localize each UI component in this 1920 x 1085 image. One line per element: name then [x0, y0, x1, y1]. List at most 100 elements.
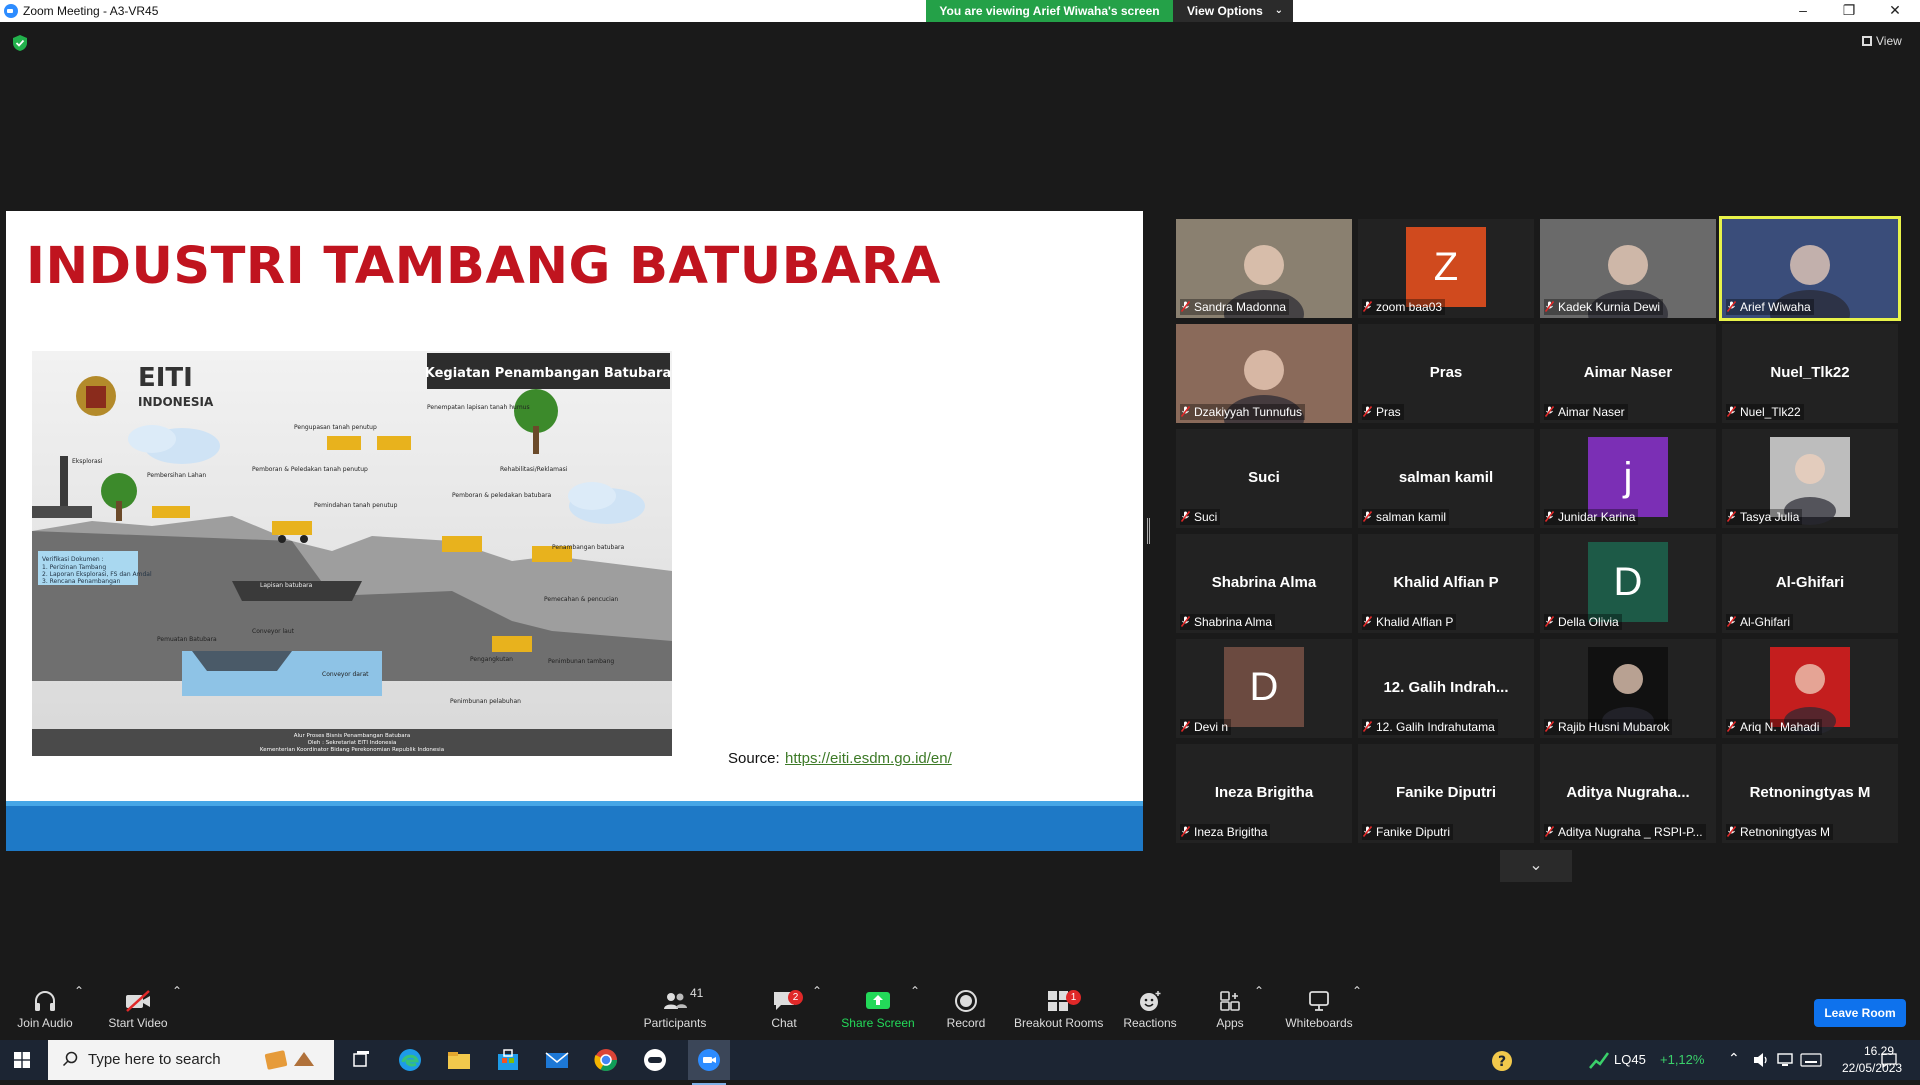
participant-name-label: Ineza Brigitha [1180, 824, 1271, 840]
breakout-rooms-button[interactable]: 1 Breakout Rooms [1014, 984, 1103, 1030]
file-explorer-icon[interactable] [444, 1046, 474, 1074]
participant-display-name: Al-Ghifari [1775, 574, 1845, 591]
gallery-next-page-button[interactable]: ⌄ [1500, 850, 1572, 882]
participant-tile[interactable]: Zzoom baa03 [1358, 219, 1534, 318]
minimize-button[interactable]: – [1780, 0, 1826, 22]
start-video-button[interactable]: Start Video [102, 984, 174, 1030]
muted-mic-icon [1727, 406, 1736, 417]
muted-mic-icon [1545, 406, 1554, 417]
participant-tile[interactable]: Ariq N. Mahadi [1722, 639, 1898, 738]
shield-icon[interactable] [12, 34, 28, 52]
participant-tile[interactable]: Arief Wiwaha [1719, 216, 1901, 321]
tray-overflow-chevron-icon[interactable]: ⌃ [1728, 1050, 1740, 1067]
participant-name-label: Della Olivia [1544, 614, 1622, 630]
chat-options-caret[interactable]: ⌃ [812, 984, 822, 998]
eiti-logo-text: EITI [138, 363, 193, 393]
view-options-button[interactable]: View Options ⌄ [1173, 0, 1293, 22]
participant-tile[interactable]: 12. Galih Indrah... 12. Galih Indrahutama [1358, 639, 1534, 738]
diagram-note-line: Verifikasi Dokumen : [42, 556, 104, 563]
participant-tile[interactable]: Retnoningtyas M Retnoningtyas M [1722, 744, 1898, 843]
participant-tile[interactable]: j Junidar Karina [1540, 429, 1716, 528]
video-options-caret[interactable]: ⌃ [172, 984, 182, 998]
slide-footer-accent [6, 801, 1143, 806]
participant-tile[interactable]: Sandra Madonna [1176, 219, 1352, 318]
participant-name: Junidar Karina [1558, 510, 1636, 524]
source-link[interactable]: https://eiti.esdm.go.id/en/ [785, 750, 952, 767]
participant-tile[interactable]: Rajib Husni Mubarok [1540, 639, 1716, 738]
chat-button[interactable]: 2 Chat [764, 984, 804, 1030]
participant-tile[interactable]: Shabrina Alma Shabrina Alma [1176, 534, 1352, 633]
windows-start-icon[interactable] [14, 1052, 30, 1068]
record-button[interactable]: Record [940, 984, 992, 1030]
edge-browser-icon[interactable] [395, 1046, 425, 1074]
participant-name: Al-Ghifari [1740, 615, 1791, 629]
keyboard-icon[interactable] [1800, 1052, 1822, 1068]
audio-options-caret[interactable]: ⌃ [74, 984, 84, 998]
participant-name-label: Sandra Madonna [1180, 299, 1290, 315]
join-audio-button[interactable]: Join Audio [12, 984, 78, 1030]
participant-tile[interactable]: Tasya Julia [1722, 429, 1898, 528]
participant-tile[interactable]: Al-Ghifari Al-Ghifari [1722, 534, 1898, 633]
reactions-button[interactable]: Reactions [1122, 984, 1178, 1030]
participant-display-name: Ineza Brigitha [1214, 784, 1314, 801]
source-label: Source: [728, 750, 780, 767]
participant-tile[interactable]: salman kamil salman kamil [1358, 429, 1534, 528]
microsoft-store-icon[interactable] [493, 1046, 523, 1074]
task-view-icon[interactable] [346, 1046, 376, 1074]
zoom-taskbar-button[interactable] [688, 1040, 730, 1085]
apps-button[interactable]: Apps [1212, 984, 1248, 1030]
participant-tile[interactable]: Khalid Alfian P Khalid Alfian P [1358, 534, 1534, 633]
participant-tile[interactable]: Dzakiyyah Tunnufus [1176, 324, 1352, 423]
participant-tile[interactable]: Aditya Nugraha... Aditya Nugraha _ RSPI-P… [1540, 744, 1716, 843]
window-titlebar: Zoom Meeting - A3-VR45 You are viewing A… [0, 0, 1920, 22]
chevron-down-icon: ⌄ [1274, 5, 1283, 16]
participant-name: 12. Galih Indrahutama [1376, 720, 1495, 734]
apps-options-caret[interactable]: ⌃ [1254, 984, 1264, 998]
participant-tile[interactable]: Pras Pras [1358, 324, 1534, 423]
participant-tile[interactable]: Kadek Kurnia Dewi [1540, 219, 1716, 318]
zoom-logo-icon [4, 4, 18, 18]
participant-name-label: Khalid Alfian P [1362, 614, 1457, 630]
participant-name-label: Tasya Julia [1726, 509, 1803, 525]
participant-avatar: D [1224, 647, 1304, 727]
whiteboard-options-caret[interactable]: ⌃ [1352, 984, 1362, 998]
network-icon[interactable] [1776, 1052, 1794, 1068]
taskbar-search-input[interactable]: Type here to search [48, 1040, 334, 1080]
participant-name-label: Shabrina Alma [1180, 614, 1276, 630]
speaker-icon[interactable] [1752, 1052, 1770, 1068]
participants-button[interactable]: 41 Participants [640, 984, 710, 1030]
app-tray-icon[interactable] [640, 1046, 670, 1074]
leave-room-button[interactable]: Leave Room [1814, 999, 1906, 1027]
participant-tile[interactable]: Ineza Brigitha Ineza Brigitha [1176, 744, 1352, 843]
chrome-browser-icon[interactable] [591, 1046, 621, 1074]
view-button[interactable]: View [1862, 34, 1902, 48]
notifications-icon[interactable] [1880, 1052, 1898, 1068]
diagram-caption: Kementerian Koordinator Bidang Perekonom… [260, 747, 444, 753]
participant-tile[interactable]: D Devi n [1176, 639, 1352, 738]
stock-chart-icon[interactable] [1588, 1050, 1610, 1070]
participants-label: Participants [643, 1016, 707, 1030]
video-off-icon [126, 990, 150, 1012]
close-button[interactable]: ✕ [1872, 0, 1918, 22]
mail-icon[interactable] [542, 1046, 572, 1074]
participant-tile[interactable]: Fanike Diputri Fanike Diputri [1358, 744, 1534, 843]
muted-mic-icon [1181, 616, 1190, 627]
participant-tile[interactable]: Aimar Naser Aimar Naser [1540, 324, 1716, 423]
muted-mic-icon [1545, 826, 1554, 837]
participant-tile[interactable]: Nuel_Tlk22 Nuel_Tlk22 [1722, 324, 1898, 423]
panel-splitter-handle[interactable] [1147, 518, 1150, 544]
share-screen-button[interactable]: Share Screen [840, 984, 916, 1030]
whiteboards-button[interactable]: Whiteboards [1282, 984, 1356, 1030]
participant-tile[interactable]: Suci Suci [1176, 429, 1352, 528]
share-screen-icon [866, 992, 890, 1009]
stage-label: Penimbunan tambang [548, 658, 614, 665]
participant-tile[interactable]: D Della Olivia [1540, 534, 1716, 633]
participant-name: Aditya Nugraha _ RSPI-P... [1558, 825, 1703, 839]
share-options-caret[interactable]: ⌃ [910, 984, 920, 998]
help-icon[interactable]: ? [1490, 1050, 1514, 1072]
participant-display-name: Aditya Nugraha... [1566, 784, 1690, 801]
participant-name: Aimar Naser [1558, 405, 1625, 419]
restore-button[interactable]: ❐ [1826, 0, 1872, 22]
muted-mic-icon [1363, 616, 1372, 627]
muted-mic-icon [1727, 511, 1736, 522]
